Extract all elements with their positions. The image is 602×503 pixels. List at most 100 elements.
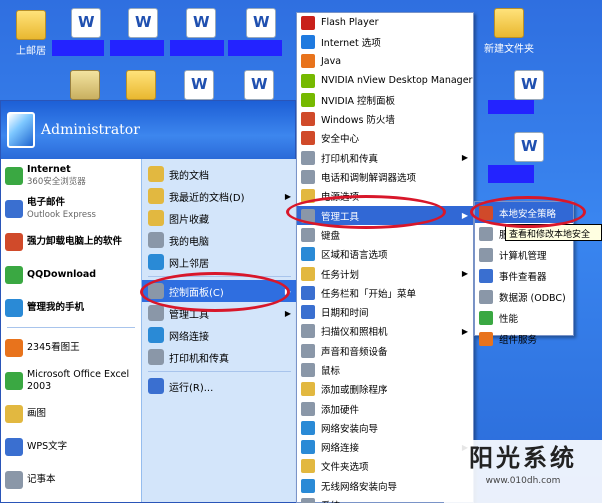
globe-icon <box>301 247 315 262</box>
word-doc-icon <box>514 70 544 100</box>
system-icon <box>301 498 315 503</box>
program-excel[interactable]: Microsoft Office Excel 2003 <box>1 364 141 397</box>
folder-icon <box>148 210 164 226</box>
recent-documents[interactable]: 我最近的文档(D) ▶ <box>142 185 297 207</box>
cp-security-center[interactable]: 安全中心 <box>297 129 473 148</box>
program-phone-manager[interactable]: 管理我的手机 <box>1 291 141 324</box>
cp-printers[interactable]: 打印机和传真 ▶ <box>297 148 473 167</box>
cp-java[interactable]: Java <box>297 52 473 71</box>
places-column: 我的文档 我最近的文档(D) ▶ 图片收藏 我的电脑 网上邻居 控制面板(C) ▶ … <box>141 159 297 502</box>
network-icon <box>148 327 164 343</box>
desktop-icon-doc[interactable] <box>498 70 560 102</box>
cp-nvidia-nview[interactable]: NVIDIA nView Desktop Manager <box>297 71 473 90</box>
desktop-icon-doc[interactable] <box>498 132 560 164</box>
computer-icon <box>148 232 164 248</box>
cp-scheduled-tasks[interactable]: 任务计划 ▶ <box>297 264 473 283</box>
download-icon <box>5 265 23 284</box>
my-pictures[interactable]: 图片收藏 <box>142 207 297 229</box>
program-paint[interactable]: 画图 <box>1 397 141 430</box>
cp-internet-options[interactable]: Internet 选项 <box>297 32 473 51</box>
redacted-label <box>52 40 104 56</box>
cp-date-time[interactable]: 日期和时间 <box>297 302 473 321</box>
cp-add-hardware[interactable]: 添加硬件 <box>297 399 473 418</box>
desktop-icon-doc[interactable] <box>168 70 230 102</box>
uninstall-icon <box>5 232 23 251</box>
program-uninstaller[interactable]: 强力卸载电脑上的软件 <box>1 225 141 258</box>
my-documents[interactable]: 我的文档 <box>142 163 297 185</box>
taskbar-icon <box>301 285 315 300</box>
desktop-icon-zip[interactable] <box>54 70 116 102</box>
desktop-icon-folder[interactable] <box>110 70 172 102</box>
network-places[interactable]: 网上邻居 <box>142 251 297 273</box>
cp-phone-modem[interactable]: 电话和调制解调器选项 <box>297 167 473 186</box>
folder-icon <box>148 188 164 204</box>
folder-icon <box>494 8 524 38</box>
redacted-label <box>110 40 164 56</box>
watermark: 阳光系统 www.010dh.com <box>444 440 602 503</box>
desktop-icon-new-folder[interactable]: 新建文件夹 <box>478 8 540 55</box>
watermark-title: 阳光系统 <box>469 443 577 472</box>
mouse-icon <box>301 362 315 377</box>
desktop-icon-doc[interactable] <box>228 70 290 102</box>
word-doc-icon <box>246 8 276 38</box>
shield-icon <box>301 131 315 146</box>
cp-taskbar-start[interactable]: 任务栏和「开始」菜单 <box>297 283 473 302</box>
user-name: Administrator <box>41 122 140 138</box>
control-panel-submenu: Flash Player Internet 选项 Java NVIDIA nVi… <box>296 12 474 503</box>
cp-sound-audio[interactable]: 声音和音频设备 <box>297 341 473 360</box>
excel-icon <box>5 371 23 390</box>
odbc-data-sources[interactable]: 数据源 (ODBC) <box>475 286 573 307</box>
program-email[interactable]: 电子邮件 Outlook Express <box>1 192 141 225</box>
program-2345-viewer[interactable]: 2345看图王 <box>1 331 141 364</box>
my-computer[interactable]: 我的电脑 <box>142 229 297 251</box>
program-internet[interactable]: Internet 360安全浏览器 <box>1 159 141 192</box>
run[interactable]: 运行(R)... <box>142 375 297 397</box>
mail-icon <box>5 199 23 218</box>
event-viewer[interactable]: 事件查看器 <box>475 265 573 286</box>
network-icon <box>301 440 315 455</box>
program-wps[interactable]: WPS文字 <box>1 430 141 463</box>
desktop-icon-doc[interactable] <box>170 8 232 40</box>
desktop-icon-doc[interactable] <box>55 8 117 40</box>
cp-region-language[interactable]: 区域和语言选项 <box>297 245 473 264</box>
wireless-icon <box>301 478 315 493</box>
tools-icon <box>148 305 164 321</box>
cp-firewall[interactable]: Windows 防火墙 <box>297 109 473 128</box>
cp-flash-player[interactable]: Flash Player <box>297 13 473 32</box>
computer-management[interactable]: 计算机管理 <box>475 244 573 265</box>
network-icon <box>148 254 164 270</box>
redacted-label <box>228 40 282 56</box>
user-avatar[interactable] <box>7 112 35 148</box>
word-doc-icon <box>186 8 216 38</box>
camera-icon <box>301 324 315 339</box>
cp-network-setup[interactable]: 网络安装向导 <box>297 418 473 437</box>
annotation-oval-admin-tools <box>286 195 446 229</box>
word-doc-icon <box>244 70 274 100</box>
program-notepad[interactable]: 记事本 <box>1 463 141 496</box>
cp-add-remove-programs[interactable]: 添加或删除程序 <box>297 380 473 399</box>
desktop-icon-doc[interactable] <box>112 8 174 40</box>
redacted-label <box>170 40 224 56</box>
watermark-url: www.010dh.com <box>485 476 561 486</box>
cp-mouse[interactable]: 鼠标 <box>297 360 473 379</box>
cp-nvidia-panel[interactable]: NVIDIA 控制面板 <box>297 90 473 109</box>
performance[interactable]: 性能 <box>475 307 573 328</box>
desktop-icon-doc[interactable] <box>230 8 292 40</box>
network-connections[interactable]: 网络连接 <box>142 324 297 346</box>
cp-scanners-cameras[interactable]: 扫描仪和照相机 ▶ <box>297 322 473 341</box>
printers-faxes[interactable]: 打印机和传真 <box>142 346 297 368</box>
chevron-right-icon: ▶ <box>461 269 468 278</box>
program-qqdownload[interactable]: QQDownload <box>1 258 141 291</box>
divider <box>148 371 291 372</box>
browser-icon <box>5 166 23 185</box>
word-doc-icon <box>71 8 101 38</box>
folder-icon <box>301 459 315 474</box>
folder-icon <box>126 70 156 100</box>
annotation-oval-control-panel <box>140 272 290 312</box>
redacted-label <box>488 165 534 183</box>
component-services[interactable]: 组件服务 <box>475 328 573 349</box>
hardware-icon <box>301 401 315 416</box>
phone-icon <box>301 170 315 185</box>
folder-icon <box>16 10 46 40</box>
folder-icon <box>148 166 164 182</box>
